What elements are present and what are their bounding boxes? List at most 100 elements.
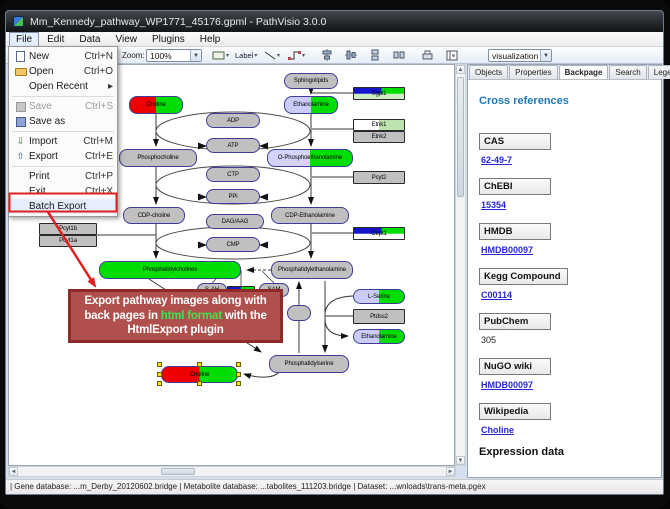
pathway-node-phosphatidylcholines[interactable]: Phosphatidylcholines [99,261,241,279]
title-bar[interactable]: Mm_Kennedy_pathway_WP1771_45176.gpml - P… [6,11,663,32]
file-menu-item-exit[interactable]: ExitCtrl+X [9,184,117,199]
menu-edit[interactable]: Edit [40,32,71,47]
pathway-node-adp[interactable]: ADP [206,113,260,128]
tab-legend[interactable]: Legend [648,65,670,79]
datanode-tool-button[interactable]: ▾ [209,48,232,62]
pathway-node-cdp-ethanolamine[interactable]: CDP-Ethanolamine [271,207,349,224]
file-menu-item-new[interactable]: NewCtrl+N [9,49,117,64]
pathway-node-o-phosphoethanolamine[interactable]: O-Phosphoethanolamine [267,149,353,167]
visualization-dropdown-icon[interactable]: ▼ [540,50,551,61]
selection-handle[interactable] [157,381,162,386]
pathway-node-ptdss2[interactable]: Ptdss2 [353,309,405,324]
align-horizontal-center-button[interactable] [318,48,336,62]
zoom-dropdown-icon[interactable]: ▼ [190,50,201,61]
pathway-node-ppi[interactable]: PPi [206,189,260,204]
file-menu-item-save-as[interactable]: Save as [9,114,117,129]
line-tool-button[interactable]: ▾ [261,48,283,62]
selection-handle[interactable] [197,381,202,386]
pathway-node-sgpl1[interactable]: Sgpl1 [353,87,405,100]
menu-plugins[interactable]: Plugins [145,32,192,47]
scroll-left-arrow[interactable]: ◄ [9,467,18,476]
menu-item-label: Open Recent [29,81,108,92]
selection-handle[interactable] [236,381,241,386]
pathway-node-pcyt1a[interactable]: Pcyt1a [39,235,97,247]
vertical-scroll-thumb[interactable] [457,77,464,197]
pathway-node-ethanolamine-bottom[interactable]: Ethanolamine [353,329,405,344]
file-menu-item-import[interactable]: ⇩ImportCtrl+M [9,134,117,149]
tab-search[interactable]: Search [609,65,646,79]
xref-link[interactable]: Choline [481,425,661,435]
pathway-node-l-serine[interactable]: L-Serine [353,289,405,304]
stack-horizontal-button[interactable] [390,48,408,62]
file-menu-item-print[interactable]: PrintCtrl+P [9,169,117,184]
pathway-node-pcyt1b[interactable]: Pcyt1b [39,223,97,235]
pathway-node-node-partial[interactable] [287,305,311,321]
sidebar-toggle-button[interactable] [443,48,461,62]
menu-view[interactable]: View [108,32,144,47]
xref-link[interactable]: HMDB00097 [481,245,661,255]
pathway-node-cept1[interactable]: Cept1 [353,227,405,240]
node-label: CDP-choline [138,213,171,219]
selection-handle[interactable] [157,372,162,377]
pathway-node-dag-aag[interactable]: DAG/AAG [206,214,264,229]
xref-section-pubchem: PubChem305 [479,311,661,345]
pathway-node-pcyt2[interactable]: Pcyt2 [353,171,405,184]
align-vertical-center-button[interactable] [342,48,360,62]
file-menu-item-open-recent[interactable]: Open Recent▸ [9,79,117,94]
label-tool-button[interactable]: Label▾ [232,48,260,62]
selection-handle[interactable] [157,362,162,367]
pathway-node-ethanolamine-top[interactable]: Ethanolamine [284,96,338,114]
canvas-vertical-scrollbar[interactable]: ▲ ▼ [455,64,466,466]
pathway-node-etnk1[interactable]: Etnk1 [353,119,405,131]
pathway-node-etnk2[interactable]: Etnk2 [353,131,405,143]
pathway-node-phosphocholine[interactable]: Phosphocholine [119,149,197,167]
menu-file[interactable]: File [9,32,39,47]
pathway-node-cdp-choline[interactable]: CDP-choline [123,207,185,224]
zoom-value: 100% [150,51,172,61]
pathway-node-atp[interactable]: ATP [206,138,260,153]
tab-objects[interactable]: Objects [469,65,508,79]
menu-separator [12,131,114,132]
visualization-combobox[interactable]: visualization ▼ [488,49,552,62]
selection-handle[interactable] [236,372,241,377]
sidebar-toggle-icon [446,50,458,61]
callout-highlight: html format [161,310,222,322]
file-menu-item-export[interactable]: ⇧ExportCtrl+E [9,149,117,164]
node-label: Etnk2 [372,134,387,140]
zoom-combobox[interactable]: 100% ▼ [146,49,202,62]
menu-data[interactable]: Data [72,32,107,47]
pathway-node-phosphatidylserine[interactable]: Phosphatidylserine [269,355,349,373]
selection-handle[interactable] [236,362,241,367]
menu-item-shortcut: Ctrl+N [84,51,113,62]
pathway-node-ctp[interactable]: CTP [206,167,260,182]
xref-link[interactable]: HMDB00097 [481,380,661,390]
scroll-down-arrow[interactable]: ▼ [456,456,465,465]
scroll-right-arrow[interactable]: ► [446,467,455,476]
stack-vertical-button[interactable] [366,48,384,62]
print-button[interactable] [418,48,437,62]
file-menu-item-batch-export[interactable]: Batch Export [9,199,117,214]
xref-header: Kegg Compound [479,268,568,285]
xref-link[interactable]: 62-49-7 [481,155,661,165]
scroll-up-arrow[interactable]: ▲ [456,65,465,74]
tab-properties[interactable]: Properties [509,65,557,79]
pathway-node-sphingolipids[interactable]: Sphingolipids [284,73,338,89]
pathway-node-cmp[interactable]: CMP [206,237,260,252]
menu-bar: FileEditDataViewPluginsHelp [6,32,663,47]
file-menu-item-open[interactable]: OpenCtrl+O [9,64,117,79]
node-label: Sgpl1 [372,91,387,97]
tab-backpage[interactable]: Backpage [559,65,609,79]
pathway-node-choline-top[interactable]: Choline [129,96,183,114]
file-menu-item-save[interactable]: SaveCtrl+S [9,99,117,114]
xref-link[interactable]: 15354 [481,200,661,210]
node-label: PPi [228,194,237,200]
xref-link[interactable]: C00114 [481,290,661,300]
connector-tool-button[interactable]: ▾ [285,48,308,62]
menu-help[interactable]: Help [193,32,228,47]
menu-item-label: Export [29,151,85,162]
horizontal-scroll-thumb[interactable] [161,468,195,475]
selection-handle[interactable] [197,362,202,367]
print-icon [421,50,434,61]
pathway-node-phosphatidylethanolamine[interactable]: Phosphatidylethanolamine [271,261,353,279]
canvas-horizontal-scrollbar[interactable]: ◄ ► [8,466,456,477]
